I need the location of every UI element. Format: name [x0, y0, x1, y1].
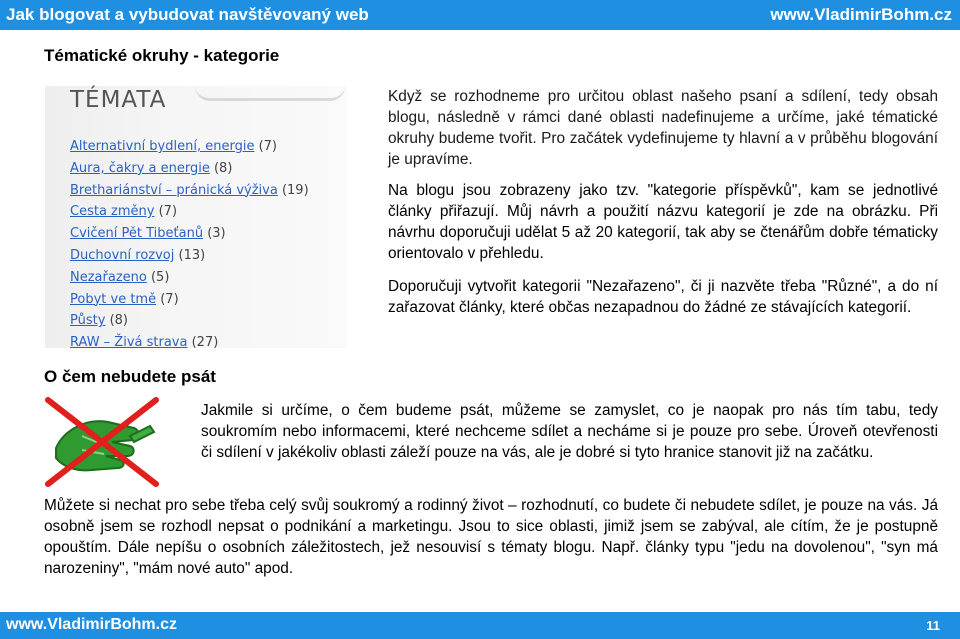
categories-screenshot: TÉMATA Alternativní bydlení, energie (7)… [45, 86, 347, 350]
category-link: Pobyt ve tmě [70, 291, 157, 307]
paragraph-categories-display: Na blogu jsou zobrazeny jako tzv. "kateg… [388, 182, 938, 262]
category-count: (7) [258, 139, 278, 154]
categories-widget-title: TÉMATA [70, 87, 167, 113]
page-number: 11 [926, 618, 940, 633]
category-link: Alternativní bydlení, energie [70, 139, 255, 154]
category-list: Alternativní bydlení, energie (7) Aura, … [70, 136, 309, 354]
paragraph-taboo-intro: Jakmile si určíme, o čem budeme psát, mů… [201, 402, 938, 461]
category-item: Cvičení Pět Tibeťanů (3) [70, 223, 309, 245]
category-link: Cesta změny [70, 204, 155, 220]
category-item: Alternativní bydlení, energie (7) [70, 136, 309, 158]
category-item: Půsty (8) [70, 310, 309, 332]
category-link: Aura, čakry a energie [70, 160, 210, 176]
category-item: Pobyt ve tmě (7) [70, 289, 309, 311]
crossed-out-writing-hand-icon [45, 397, 159, 487]
category-link: RAW – Živá strava [70, 335, 188, 351]
decorative-swirl [195, 86, 345, 101]
document-title: Jak blogovat a vybudovat navštěvovaný we… [6, 5, 369, 24]
category-item: Nezařazeno (5) [70, 267, 309, 289]
paragraph-taboo-personal: Můžete si nechat pro sebe třeba celý svů… [44, 497, 938, 577]
header-bar: Jak blogovat a vybudovat navštěvovaný we… [0, 0, 960, 30]
category-count: (7) [158, 204, 178, 220]
category-item: Aura, čakry a energie (8) [70, 158, 309, 180]
category-item: Cesta změny (7) [70, 201, 309, 223]
category-count: (3) [207, 226, 226, 242]
paragraph-categories-intro: Když se rozhodneme pro určitou oblast na… [388, 88, 938, 168]
category-link: Duchovní rozvoj [70, 247, 175, 263]
category-link: Půsty [70, 313, 106, 329]
footer-site-url[interactable]: www.VladimirBohm.cz [6, 616, 177, 634]
category-link: Nezařazeno [70, 269, 147, 285]
category-count: (19) [281, 182, 309, 198]
section-heading-taboo: O čem nebudete psát [44, 367, 216, 386]
category-count: (5) [150, 269, 170, 285]
category-item: Brethariánství – pránická výživa (19) [70, 180, 309, 202]
paragraph-categories-uncategorized: Doporučuji vytvořit kategorii "Nezařazen… [388, 278, 938, 316]
section-heading-categories: Tématické okruhy - kategorie [44, 46, 280, 65]
category-count: (13) [178, 247, 206, 263]
category-count: (7) [160, 291, 179, 307]
category-link: Cvičení Pět Tibeťanů [70, 226, 204, 242]
category-count: (8) [213, 160, 233, 176]
footer-bar: www.VladimirBohm.cz 11 [0, 612, 960, 639]
header-site-url[interactable]: www.VladimirBohm.cz [770, 5, 952, 25]
category-item: RAW – Živá strava (27) [70, 332, 309, 354]
category-link: Brethariánství – pránická výživa [70, 182, 278, 198]
category-item: Duchovní rozvoj (13) [70, 245, 309, 267]
category-count: (8) [109, 313, 128, 329]
category-count: (27) [191, 335, 219, 351]
